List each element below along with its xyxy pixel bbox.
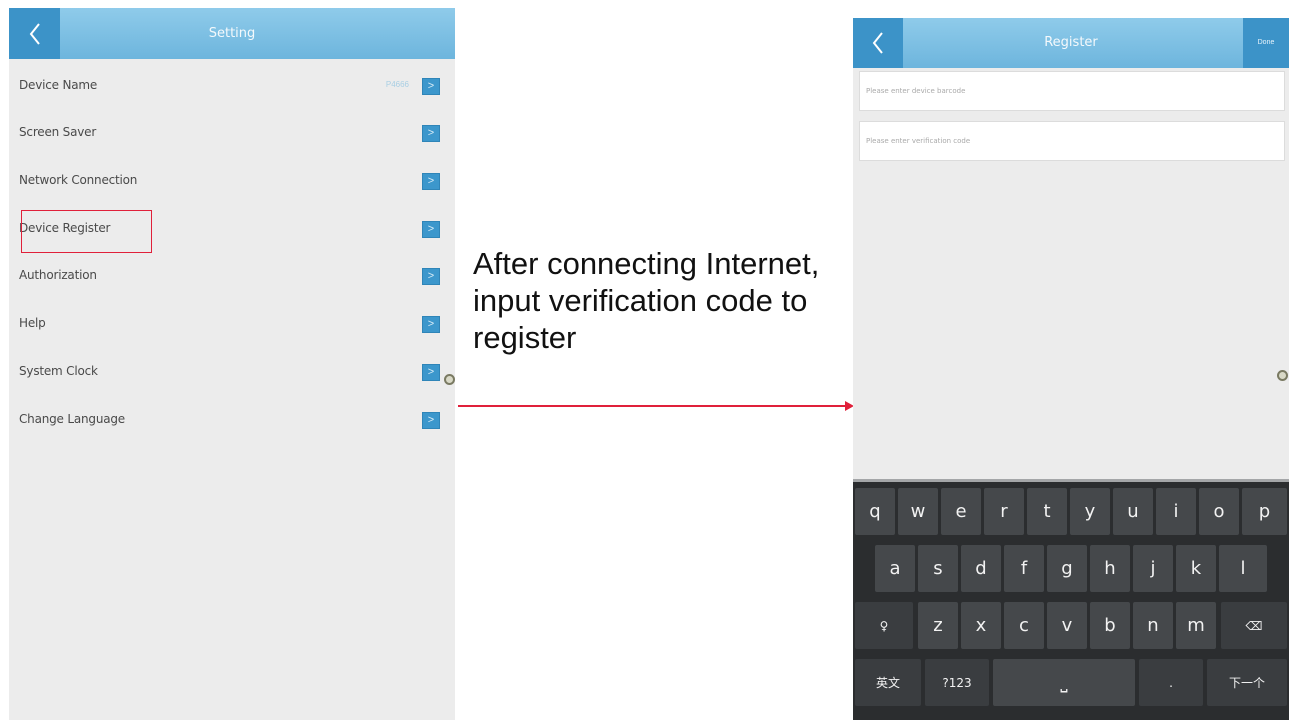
key-g[interactable]: g	[1047, 545, 1087, 592]
key-w[interactable]: w	[898, 488, 938, 535]
key-u[interactable]: u	[1113, 488, 1153, 535]
key-p[interactable]: p	[1242, 488, 1287, 535]
key-v[interactable]: v	[1047, 602, 1087, 649]
keyboard-row-1: q w e r t y u i o p	[853, 484, 1289, 539]
settings-item-network-connection[interactable]: Network Connection >	[9, 159, 455, 206]
verification-field-wrap	[859, 121, 1285, 161]
key-l[interactable]: l	[1219, 545, 1267, 592]
settings-item-change-language[interactable]: Change Language >	[9, 398, 455, 445]
chevron-right-icon[interactable]: >	[422, 364, 440, 381]
settings-item-system-clock[interactable]: System Clock >	[9, 350, 455, 397]
delete-icon[interactable]: ⌫	[1221, 602, 1287, 649]
arrow-line	[458, 405, 848, 407]
key-j[interactable]: j	[1133, 545, 1173, 592]
space-key[interactable]: ⎵	[993, 659, 1135, 706]
done-button[interactable]: Done	[1243, 18, 1289, 68]
settings-item-label: Authorization	[19, 268, 97, 282]
key-t[interactable]: t	[1027, 488, 1067, 535]
key-a[interactable]: a	[875, 545, 915, 592]
page-title: Setting	[208, 26, 256, 41]
chevron-right-icon[interactable]: >	[422, 268, 440, 285]
key-i[interactable]: i	[1156, 488, 1196, 535]
barcode-field-wrap	[859, 71, 1285, 111]
key-s[interactable]: s	[918, 545, 958, 592]
key-e[interactable]: e	[941, 488, 981, 535]
chevron-right-icon[interactable]: >	[422, 412, 440, 429]
settings-item-label: System Clock	[19, 364, 98, 378]
verification-code-input[interactable]	[860, 122, 1284, 160]
barcode-input[interactable]	[860, 72, 1284, 110]
chevron-right-icon[interactable]: >	[422, 221, 440, 238]
settings-item-label: Help	[19, 316, 46, 330]
settings-item-label: Screen Saver	[19, 125, 97, 139]
keyboard-row-4: 英文 ?123 ⎵ . 下一个	[853, 655, 1289, 710]
settings-item-device-name[interactable]: Device Name P4666 >	[9, 64, 455, 111]
chevron-right-icon[interactable]: >	[422, 173, 440, 190]
chevron-right-icon[interactable]: >	[422, 78, 440, 95]
key-d[interactable]: d	[961, 545, 1001, 592]
key-b[interactable]: b	[1090, 602, 1130, 649]
numbers-key[interactable]: ?123	[925, 659, 989, 706]
page-title: Register	[1044, 35, 1098, 50]
key-y[interactable]: y	[1070, 488, 1110, 535]
register-titlebar: Register Done	[853, 18, 1289, 68]
key-h[interactable]: h	[1090, 545, 1130, 592]
chevron-right-icon[interactable]: >	[422, 316, 440, 333]
period-key[interactable]: .	[1139, 659, 1203, 706]
settings-item-help[interactable]: Help >	[9, 302, 455, 349]
next-key[interactable]: 下一个	[1207, 659, 1287, 706]
instruction-text: After connecting Internet, input verific…	[473, 246, 820, 355]
key-k[interactable]: k	[1176, 545, 1216, 592]
mic-icon[interactable]: ♀	[855, 602, 913, 649]
setting-screen: Setting Device Name P4666 > Screen Saver…	[9, 8, 455, 720]
key-n[interactable]: n	[1133, 602, 1173, 649]
key-c[interactable]: c	[1004, 602, 1044, 649]
scroll-handle[interactable]	[444, 374, 455, 385]
key-r[interactable]: r	[984, 488, 1024, 535]
key-m[interactable]: m	[1176, 602, 1216, 649]
settings-item-label: Network Connection	[19, 173, 138, 187]
device-name-value: P4666	[385, 80, 409, 89]
settings-item-label: Change Language	[19, 412, 125, 426]
key-q[interactable]: q	[855, 488, 895, 535]
keyboard-row-2: a s d f g h j k l	[853, 541, 1289, 596]
language-key[interactable]: 英文	[855, 659, 921, 706]
key-o[interactable]: o	[1199, 488, 1239, 535]
soft-keyboard: q w e r t y u i o p a s d f g h j k l ♀ …	[853, 479, 1289, 720]
setting-titlebar: Setting	[9, 8, 455, 59]
key-x[interactable]: x	[961, 602, 1001, 649]
settings-item-label: Device Name	[19, 78, 98, 92]
settings-item-screen-saver[interactable]: Screen Saver >	[9, 111, 455, 158]
settings-item-authorization[interactable]: Authorization >	[9, 254, 455, 301]
chevron-right-icon[interactable]: >	[422, 125, 440, 142]
register-screen: Register Done q w e r t y u i o p a s d …	[853, 18, 1289, 720]
scroll-handle[interactable]	[1277, 370, 1288, 381]
keyboard-row-3: ♀ z x c v b n m ⌫	[853, 598, 1289, 653]
key-f[interactable]: f	[1004, 545, 1044, 592]
key-z[interactable]: z	[918, 602, 958, 649]
device-register-highlight	[21, 210, 152, 253]
